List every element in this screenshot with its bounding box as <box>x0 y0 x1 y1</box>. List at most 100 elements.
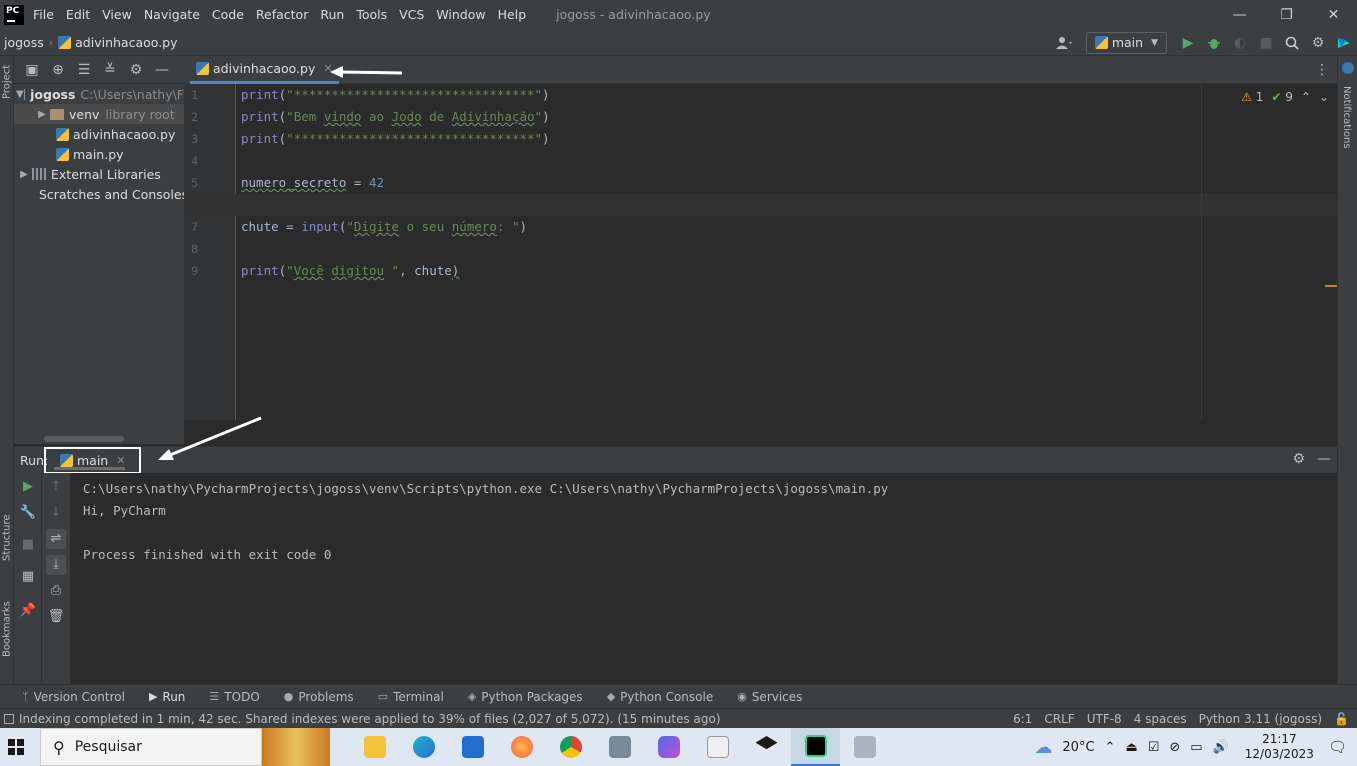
menu-help[interactable]: Help <box>498 7 527 22</box>
chrome-app[interactable] <box>546 728 595 766</box>
tree-item-scratches[interactable]: Scratches and Consoles <box>14 184 184 204</box>
bookmarks-tool-window-tab[interactable]: Bookmarks <box>0 596 14 662</box>
status-message[interactable]: Indexing completed in 1 min, 42 sec. Sha… <box>19 712 721 726</box>
run-settings-gear-icon[interactable]: ⚙ <box>1292 451 1305 467</box>
chevron-right-icon[interactable]: ▶ <box>34 109 50 120</box>
notification-center-icon[interactable]: 🗨 <box>1328 738 1347 756</box>
tab-todo[interactable]: ☰ TODO <box>209 690 259 704</box>
project-tree-scrollbar[interactable] <box>44 436 124 442</box>
pycharm-logo-icon[interactable]: PC <box>4 4 24 25</box>
clock[interactable]: 21:17 12/03/2023 <box>1245 732 1314 762</box>
inspection-widget[interactable]: ⚠ 1 ✔ 9 ⌃ ⌄ <box>1241 90 1329 104</box>
tree-item-root[interactable]: ▼ jogoss C:\Users\nathy\F <box>14 84 184 104</box>
scroll-to-end-icon[interactable]: ⤓ <box>46 555 66 575</box>
trash-icon[interactable]: 🗑 <box>42 609 70 624</box>
tab-terminal[interactable]: ▭ Terminal <box>378 690 444 704</box>
close-icon[interactable]: ✕ <box>116 454 125 467</box>
arrow-down-icon[interactable]: ↓ <box>42 505 70 520</box>
tree-item-file[interactable]: main.py <box>14 144 184 164</box>
menu-vcs[interactable]: VCS <box>399 7 424 22</box>
tree-item-external-libraries[interactable]: ▶ External Libraries <box>14 164 184 184</box>
file-explorer-app[interactable] <box>350 728 399 766</box>
menu-window[interactable]: Window <box>436 7 485 22</box>
code-editor[interactable]: 1 2 3 4 5 6 7 8 9 print("***************… <box>184 84 1337 420</box>
hide-run-panel-icon[interactable]: — <box>1317 451 1331 467</box>
menu-run[interactable]: Run <box>320 7 344 22</box>
menu-refactor[interactable]: Refactor <box>256 7 308 22</box>
caret-position[interactable]: 6:1 <box>1013 712 1032 726</box>
tab-run[interactable]: ▶ Run <box>149 690 185 704</box>
locate-file-icon[interactable]: ⊕ <box>50 62 66 78</box>
project-tool-window-tab[interactable]: Project <box>0 60 14 104</box>
taskbar-search[interactable]: ⚲ Pesquisar <box>40 728 262 766</box>
chevron-right-icon[interactable]: ▶ <box>16 169 32 180</box>
tree-item-venv[interactable]: ▶ venv library root <box>14 104 184 124</box>
line-separator[interactable]: CRLF <box>1044 712 1074 726</box>
project-view-icon[interactable]: ▣ <box>24 62 40 78</box>
print-icon[interactable]: ⎙ <box>42 583 70 598</box>
stop-icon[interactable]: ■ <box>14 537 42 552</box>
volume-icon[interactable]: 🔊 <box>1213 740 1229 755</box>
copilot-app[interactable] <box>644 728 693 766</box>
menu-code[interactable]: Code <box>212 7 244 22</box>
layout-icon[interactable]: ▦ <box>14 569 42 584</box>
toggle-tool-windows-icon[interactable] <box>4 713 14 724</box>
error-stripe-marker[interactable] <box>1325 285 1337 287</box>
menu-navigate[interactable]: Navigate <box>144 7 200 22</box>
run-button[interactable]: ▶ <box>1175 31 1201 55</box>
tab-version-control[interactable]: ᛘ Version Control <box>22 690 125 704</box>
chevron-down-icon[interactable]: ▼ <box>16 89 24 100</box>
check-icon[interactable]: ☑ <box>1148 740 1160 755</box>
code-area[interactable]: print("********************************"… <box>184 84 1337 420</box>
store-app[interactable] <box>448 728 497 766</box>
collapse-all-icon[interactable]: ≚ <box>102 62 118 78</box>
search-everywhere-button[interactable] <box>1279 31 1305 55</box>
chevron-up-icon[interactable]: ⌃ <box>1301 90 1311 104</box>
usb-icon[interactable]: ⏏ <box>1125 740 1137 755</box>
user-account-icon[interactable] <box>1052 31 1078 55</box>
expand-all-icon[interactable]: ☰ <box>76 62 92 78</box>
close-icon[interactable]: ✕ <box>323 62 332 75</box>
python-interpreter[interactable]: Python 3.11 (jogoss) <box>1199 712 1322 726</box>
tab-python-console[interactable]: ◆ Python Console <box>607 690 714 704</box>
pycharm-app[interactable] <box>791 728 840 766</box>
stop-button[interactable]: ■ <box>1253 31 1279 55</box>
menu-view[interactable]: View <box>102 7 132 22</box>
breadcrumb-project[interactable]: jogoss <box>4 35 44 50</box>
arrow-up-icon[interactable]: ↑ <box>42 479 70 494</box>
weather-cloud-icon[interactable]: ☁ <box>1034 737 1052 758</box>
file-encoding[interactable]: UTF-8 <box>1087 712 1122 726</box>
hide-panel-icon[interactable]: — <box>154 62 170 78</box>
run-tab-main[interactable]: main ✕ <box>44 447 142 474</box>
jetbrains-toolbox-button[interactable] <box>1331 31 1357 55</box>
edge-app[interactable] <box>399 728 448 766</box>
lock-icon[interactable]: 🔓 <box>1334 712 1349 726</box>
photos-app[interactable] <box>840 728 889 766</box>
tab-python-packages[interactable]: ◈ Python Packages <box>468 690 583 704</box>
structure-tool-window-tab[interactable]: Structure <box>0 508 14 568</box>
coverage-button[interactable]: ◐ <box>1227 31 1253 55</box>
rerun-icon[interactable]: ▶ <box>14 479 42 494</box>
editor-tab-adivinhacaoo[interactable]: adivinhacaoo.py ✕ <box>190 56 339 84</box>
debug-button[interactable] <box>1201 31 1227 55</box>
close-window-button[interactable]: ✕ <box>1310 0 1357 29</box>
indent-setting[interactable]: 4 spaces <box>1134 712 1187 726</box>
dropbox-app[interactable] <box>742 728 791 766</box>
menu-edit[interactable]: Edit <box>66 7 90 22</box>
amazon-app[interactable] <box>693 728 742 766</box>
notifications-icon[interactable] <box>1342 62 1354 74</box>
wrench-icon[interactable]: 🔧 <box>14 505 42 520</box>
settings-button[interactable]: ⚙ <box>1305 31 1331 55</box>
maximize-button[interactable]: ❐ <box>1263 0 1310 29</box>
task-app[interactable] <box>595 728 644 766</box>
pin-icon[interactable]: 📌 <box>14 603 42 618</box>
more-vertical-icon[interactable]: ⋮ <box>1315 62 1329 78</box>
run-configuration-select[interactable]: main ▼ <box>1085 31 1167 54</box>
project-settings-gear-icon[interactable]: ⚙ <box>128 62 144 78</box>
notifications-tab[interactable]: Notifications <box>1341 86 1352 149</box>
breadcrumb-file[interactable]: adivinhacaoo.py <box>75 35 177 50</box>
weather-temperature[interactable]: 20°C <box>1062 740 1094 755</box>
start-button[interactable] <box>0 728 32 766</box>
firefox-app[interactable] <box>497 728 546 766</box>
battery-icon[interactable]: ▭ <box>1190 740 1202 755</box>
